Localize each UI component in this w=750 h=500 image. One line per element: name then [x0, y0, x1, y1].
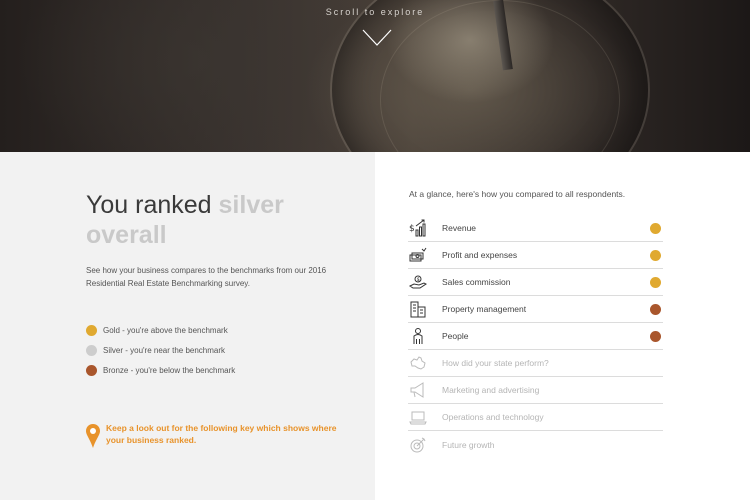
revenue-chart-icon: $ [408, 218, 428, 238]
hero-banner: Scroll to explore [0, 0, 750, 152]
scroll-label: Scroll to explore [325, 7, 425, 17]
list-item-future-growth[interactable]: Future growth [408, 431, 663, 458]
list-item-label: Future growth [442, 439, 495, 450]
glance-panel: At a glance, here's how you compared to … [375, 152, 750, 500]
page-title: You ranked silver overall [86, 190, 346, 250]
summary-panel: You ranked silver overall See how your b… [0, 152, 375, 500]
list-item-label: Operations and technology [442, 412, 544, 422]
list-item-label: Marketing and advertising [442, 385, 540, 395]
list-item-property-management[interactable]: Property management [408, 296, 663, 323]
money-stack-icon [408, 245, 428, 265]
rank-legend: Gold - you're above the benchmark Silver… [86, 320, 235, 380]
list-item-label: Sales commission [442, 277, 511, 287]
rank-dot-gold [650, 222, 661, 234]
svg-text:$: $ [409, 224, 415, 234]
megaphone-icon [408, 380, 428, 400]
key-callout-text: Keep a look out for the following key wh… [106, 423, 337, 445]
rank-dot-gold [650, 276, 661, 288]
list-item-label: Revenue [442, 223, 477, 233]
list-item-profit-and-expenses[interactable]: Profit and expenses [408, 242, 663, 269]
location-pin-icon [86, 424, 100, 448]
list-item-people[interactable]: People [408, 323, 663, 350]
glance-intro: At a glance, here's how you compared to … [409, 189, 626, 199]
legend-label: Silver - you're near the benchmark [103, 345, 226, 355]
laptop-icon [408, 407, 428, 427]
list-item-label: Profit and expenses [442, 250, 518, 260]
chevron-down-icon[interactable] [361, 27, 393, 49]
legend-item-gold: Gold - you're above the benchmark [86, 320, 235, 340]
legend-item-bronze: Bronze - you're below the benchmark [86, 360, 235, 380]
legend-label: Gold - you're above the benchmark [103, 325, 228, 335]
rank-dot-gold [650, 249, 661, 261]
svg-text:$: $ [417, 277, 420, 283]
person-icon [408, 326, 428, 346]
target-icon [408, 435, 428, 455]
list-item-label: How did your state perform? [442, 358, 549, 368]
silver-dot-icon [86, 344, 97, 356]
gold-dot-icon [86, 324, 97, 336]
list-item-state-performance[interactable]: How did your state perform? [408, 350, 663, 377]
legend-item-silver: Silver - you're near the benchmark [86, 340, 235, 360]
list-item-sales-commission[interactable]: $ Sales commission [408, 269, 663, 296]
list-item-marketing[interactable]: Marketing and advertising [408, 377, 663, 404]
hand-coins-icon: $ [408, 272, 428, 292]
legend-label: Bronze - you're below the benchmark [103, 365, 236, 375]
bronze-dot-icon [86, 364, 97, 376]
list-item-label: Property management [442, 304, 527, 314]
list-item-revenue[interactable]: $ Revenue [408, 215, 663, 242]
key-callout: Keep a look out for the following key wh… [86, 422, 346, 448]
title-plain: You ranked [86, 191, 212, 219]
intro-text: See how your business compares to the be… [86, 266, 327, 288]
glance-list: $ Revenue Profit and expenses $ Sales co… [408, 215, 663, 458]
australia-map-icon [408, 353, 428, 373]
buildings-icon [408, 299, 428, 319]
list-item-label: People [442, 331, 469, 341]
rank-dot-bronze [650, 303, 661, 315]
list-item-operations[interactable]: Operations and technology [408, 404, 663, 431]
rank-dot-bronze [650, 330, 661, 342]
